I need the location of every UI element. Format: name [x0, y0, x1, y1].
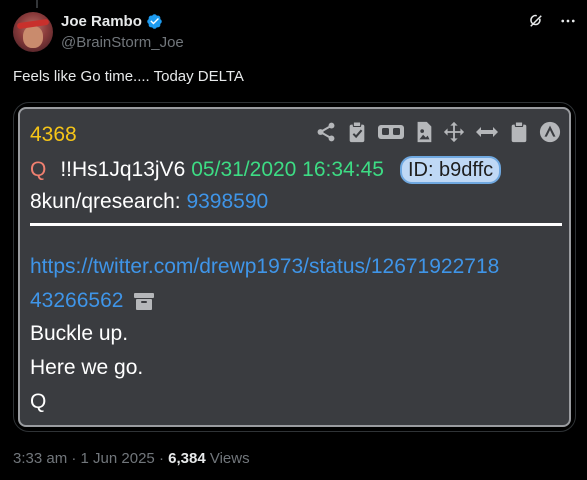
horizontal-arrows-icon: [476, 127, 498, 137]
qpost-board-link: 9398590: [186, 190, 269, 213]
triangle-circle-icon: [539, 121, 561, 143]
move-arrows-icon: [443, 121, 465, 143]
qpost-url-line2: 43266562: [30, 289, 124, 312]
tweet-meta: 3:33 am · 1 Jun 2025 · 6,384 Views: [13, 450, 250, 467]
clipboard-check-icon: [349, 121, 365, 143]
verified-badge-icon: [147, 14, 162, 29]
author-handle[interactable]: @BrainStorm_Joe: [61, 34, 184, 51]
tweet-date[interactable]: 1 Jun 2025: [81, 450, 155, 467]
thread-connector-line: [36, 0, 38, 8]
qpost-message-line: Q: [30, 390, 47, 413]
author-name-row: Joe Rambo: [61, 13, 163, 30]
qpost-url-line1: https://twitter.com/drewp1973/status/126…: [30, 255, 500, 278]
qpost-board-line: 8kun/qresearch: 9398590: [30, 190, 268, 214]
qpost-id-badge: ID: b9dffc: [399, 156, 502, 184]
share-icon: [317, 122, 335, 142]
avatar[interactable]: [13, 12, 53, 52]
grok-icon[interactable]: [527, 12, 545, 30]
qpost-header-line: Q !!Hs1Jq13jV6 05/31/2020 16:34:45 ID: b…: [30, 156, 502, 184]
qpost-url-line2-row: 43266562: [30, 289, 155, 313]
tweet-text: Feels like Go time.... Today DELTA: [13, 68, 244, 85]
qpost-q-label: Q: [30, 158, 47, 181]
qpost-divider: [30, 223, 562, 226]
tweet-actions-top: [527, 12, 577, 30]
avatar-face: [23, 26, 43, 48]
clipboard-icon: [511, 121, 527, 143]
more-icon[interactable]: [559, 12, 577, 30]
vr-goggles-icon: [378, 125, 404, 139]
meta-separator: ·: [71, 450, 77, 467]
views-label: Views: [209, 450, 250, 467]
qpost-message-line: Buckle up.: [30, 322, 129, 345]
qpost-message-line: Here we go.: [30, 356, 144, 379]
tweet-time[interactable]: 3:33 am: [13, 450, 67, 467]
qpost-number: 4368: [30, 123, 77, 146]
qpost-board-label: 8kun/qresearch:: [30, 190, 181, 213]
archive-icon: [134, 293, 155, 310]
views-count: 6,384: [168, 450, 206, 467]
qpost-datetime: 05/31/2020 16:34:45: [191, 158, 384, 181]
qpost-tripcode: !!Hs1Jq13jV6: [60, 158, 186, 181]
meta-separator: ·: [158, 450, 164, 467]
qpost-panel: 4368 Q !!Hs1Jq13jV6 05/31/2020 16:34:45 …: [18, 107, 571, 427]
qpost-toolbar: [315, 121, 561, 143]
tweet-media-image[interactable]: 4368 Q !!Hs1Jq13jV6 05/31/2020 16:34:45 …: [13, 102, 576, 432]
author-name[interactable]: Joe Rambo: [61, 13, 142, 30]
image-file-icon: [417, 121, 432, 143]
